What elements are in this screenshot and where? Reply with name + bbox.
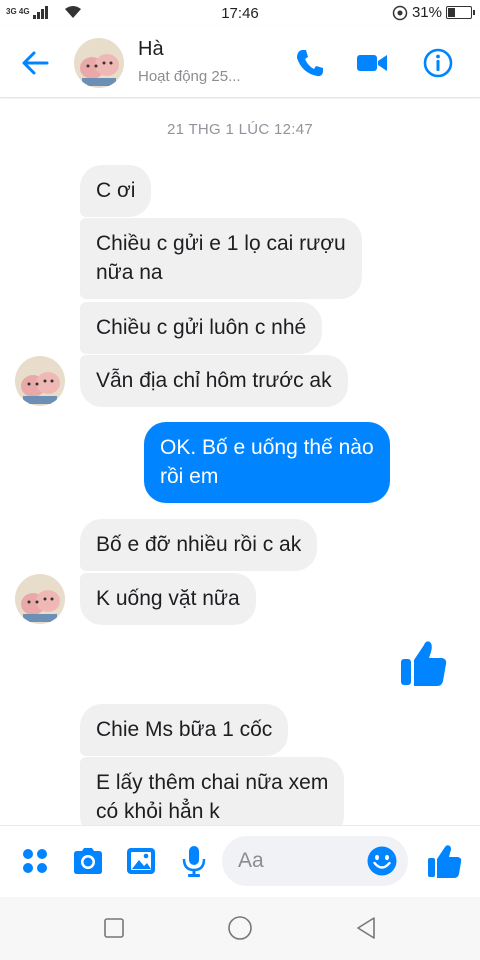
message-bubble-incoming[interactable]: Bố e đỡ nhiều rồi c ak [80,519,318,571]
message-timestamp: 21 THG 1 LÚC 12:47 [166,121,314,138]
message-bubble-incoming[interactable]: E lấy thêm chai nữa xem có khỏi hẳn k [80,757,345,825]
phone-icon[interactable] [293,46,327,80]
message-bubble-incoming[interactable]: Vẫn địa chỉ hôm trước ak [80,355,348,407]
message-input[interactable]: Aa [222,836,408,886]
contact-avatar-small[interactable] [15,356,65,406]
message-list[interactable]: 21 THG 1 LÚC 12:47 C ơi Chiều c gửi e 1 … [0,99,480,825]
emoji-icon[interactable] [366,845,398,877]
message-bubble-outgoing[interactable]: OK. Bố e uống thế nào rồi em [144,422,390,503]
message-text: E lấy thêm chai nữa xem [96,771,329,794]
message-bubble-incoming[interactable]: K uống vặt nữa [80,573,256,625]
message-text: Chiều c gửi e 1 lọ cai rượu [96,232,346,255]
contact-avatar-small[interactable] [15,574,65,624]
battery-area: 31% [392,4,475,21]
back-arrow-icon[interactable] [18,46,52,80]
message-bubble-incoming[interactable]: Chie Ms bữa 1 cốc [80,704,289,756]
message-text: Chiều c gửi luôn c nhé [96,316,307,339]
recent-apps-icon[interactable] [101,915,127,941]
chat-header: Hà Hoạt động 25... [0,26,480,98]
message-bubble-incoming[interactable]: Chiều c gửi luôn c nhé [80,302,323,354]
more-apps-icon[interactable] [18,844,52,878]
contact-activity-status: Hoạt động 25... [138,68,241,85]
status-bar: 3G 4G 17:46 31% [0,0,480,26]
message-text: nữa na [96,261,163,284]
message-text: rồi em [160,465,219,488]
video-call-icon[interactable] [355,46,389,80]
message-bubble-incoming[interactable]: C ơi [80,165,152,217]
data-saver-icon [392,5,408,20]
message-text: Vẫn địa chỉ hôm trước ak [96,369,332,392]
system-nav-bar [0,897,480,960]
info-icon[interactable] [421,46,455,80]
battery-percent: 31% [411,4,442,21]
contact-avatar[interactable] [74,38,124,88]
camera-icon[interactable] [71,844,105,878]
message-input-placeholder: Aa [238,849,264,872]
message-text: K uống vặt nữa [96,587,240,610]
battery-icon [446,6,475,19]
back-nav-icon[interactable] [353,915,379,941]
home-icon[interactable] [227,915,253,941]
message-text: C ơi [96,179,136,202]
message-text: có khỏi hẳn k [96,800,220,823]
message-bubble-incoming[interactable]: Chiều c gửi e 1 lọ cai rượu nữa na [80,218,362,299]
composer-bar: Aa [0,825,480,897]
send-like-icon[interactable] [426,842,464,880]
message-text: Bố e đỡ nhiều rồi c ak [96,533,302,556]
contact-name[interactable]: Hà [138,38,164,61]
thumbs-up-icon[interactable] [398,637,450,689]
message-text: Chie Ms bữa 1 cốc [96,718,273,741]
microphone-icon[interactable] [177,844,211,878]
gallery-icon[interactable] [124,844,158,878]
message-text: OK. Bố e uống thế nào [160,436,374,459]
